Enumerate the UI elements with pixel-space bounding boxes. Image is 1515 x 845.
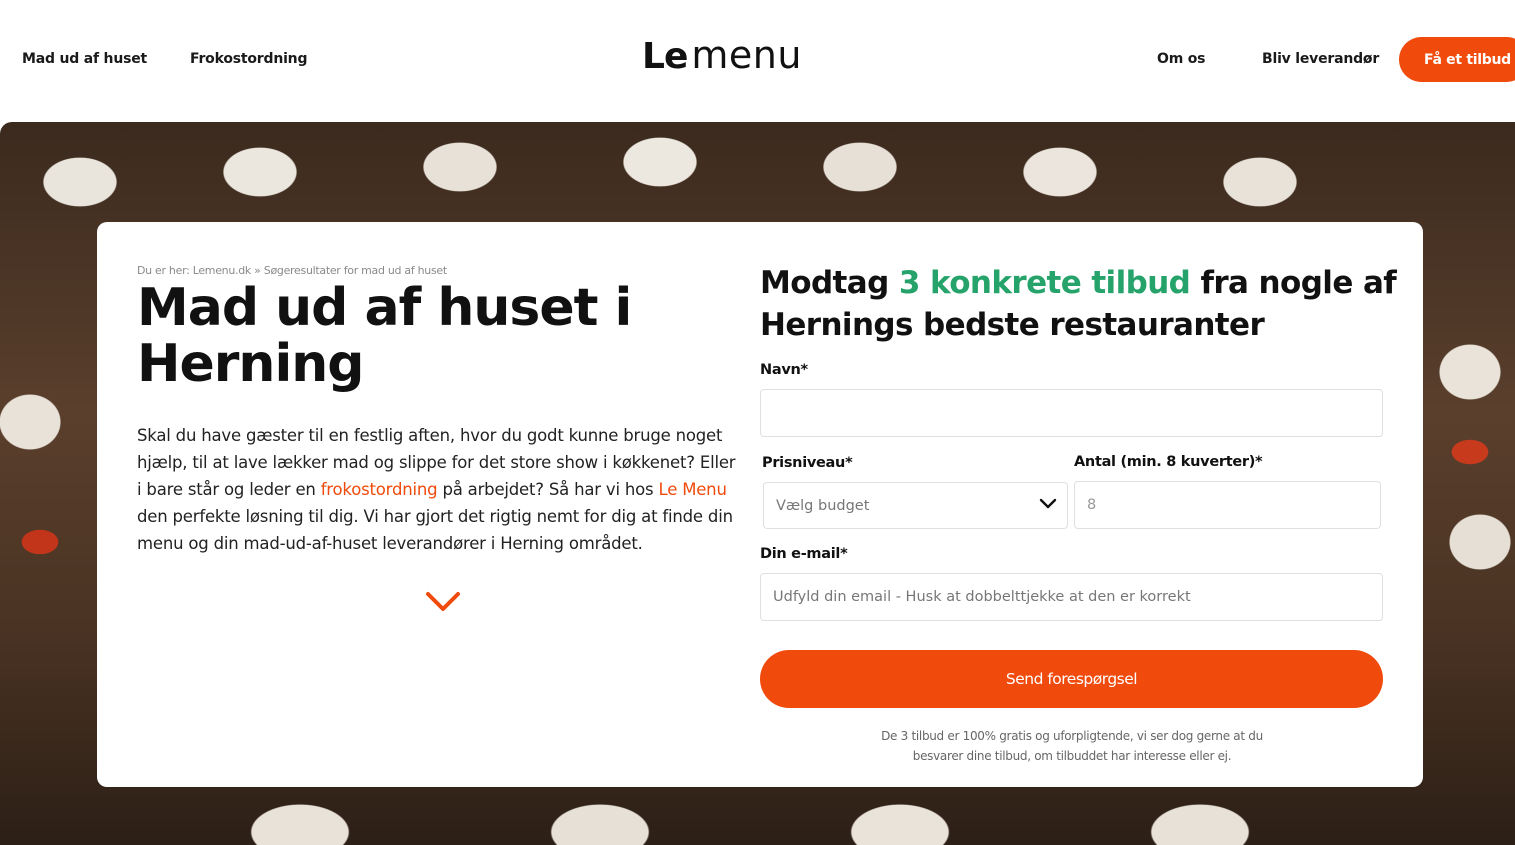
nav-om-os[interactable]: Om os [1157, 51, 1206, 67]
count-label: Antal (min. 8 kuverter)* [1074, 454, 1263, 470]
logo-text-menu: menu [691, 33, 802, 77]
intro-text: Skal du have gæster til en festlig aften… [137, 422, 737, 557]
le-menu-link[interactable]: Le Menu [659, 480, 727, 499]
name-field[interactable] [760, 389, 1383, 437]
get-offer-button[interactable]: Få et tilbud [1399, 37, 1515, 82]
logo-text-le: Le [642, 36, 688, 77]
email-label: Din e-mail* [760, 546, 848, 562]
frokostordning-link[interactable]: frokostordning [321, 480, 438, 499]
nav-frokostordning[interactable]: Frokostordning [190, 51, 307, 67]
breadcrumb: Du er her: Lemenu.dk » Søgeresultater fo… [137, 264, 447, 277]
name-label: Navn* [760, 362, 808, 378]
nav-bliv-leverandor[interactable]: Bliv leverandør [1262, 51, 1379, 67]
form-heading-part1: Modtag [760, 265, 899, 301]
hero-card: Du er her: Lemenu.dk » Søgeresultater fo… [97, 222, 1423, 787]
nav-mad-ud-af-huset[interactable]: Mad ud af huset [22, 51, 147, 67]
intro-text-part2: på arbejdet? Så har vi hos [437, 480, 659, 499]
submit-button[interactable]: Send forespørgsel [760, 650, 1383, 708]
form-heading-accent: 3 konkrete tilbud [898, 265, 1191, 301]
count-field[interactable]: 8 [1074, 481, 1381, 529]
price-select-value: Vælg budget [776, 497, 870, 514]
disclaimer-text: De 3 tilbud er 100% gratis og uforpligte… [881, 729, 1263, 763]
form-heading: Modtag 3 konkrete tilbud fra nogle af He… [760, 262, 1400, 346]
price-label: Prisniveau* [762, 455, 853, 471]
chevron-down-icon [1039, 497, 1057, 511]
intro-text-part3: den perfekte løsning til dig. Vi har gjo… [137, 507, 733, 553]
site-header: Mad ud af huset Frokostordning Le menu Om… [0, 0, 1515, 122]
logo[interactable]: Le menu [642, 36, 802, 75]
price-select[interactable]: Vælg budget [763, 482, 1068, 529]
page-title: Mad ud af huset i Herning [137, 278, 632, 394]
chevron-down-icon[interactable] [425, 591, 461, 613]
email-field[interactable]: Udfyld din email - Husk at dobbelttjekke… [760, 573, 1383, 621]
